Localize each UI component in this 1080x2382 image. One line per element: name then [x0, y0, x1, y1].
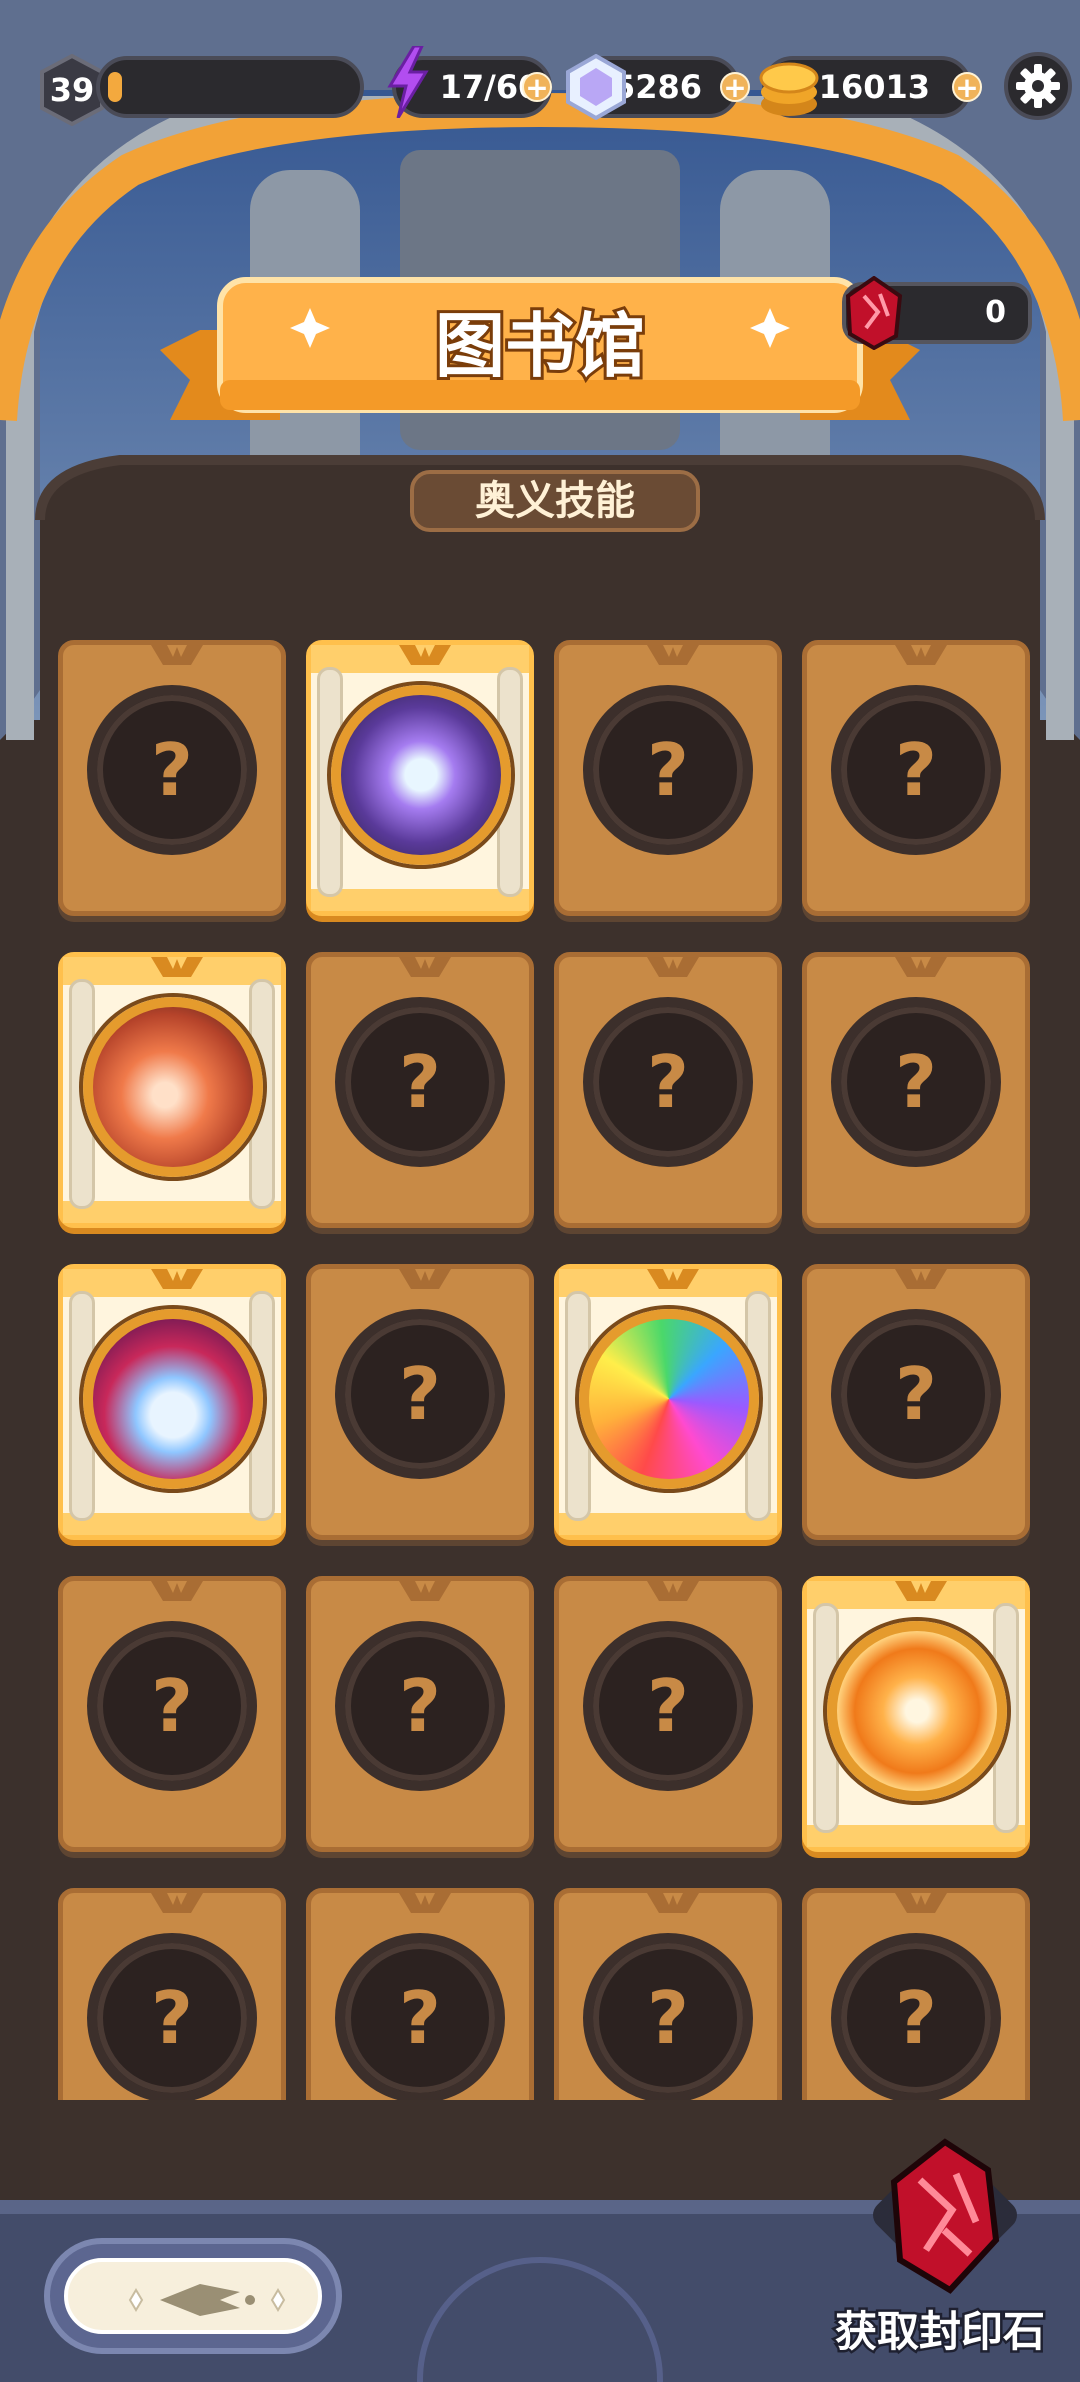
question-mark-icon: ? [399, 1664, 441, 1748]
locked-skill-card[interactable]: ? [802, 952, 1030, 1228]
crest-icon [895, 1893, 947, 1913]
crest-icon [647, 1269, 699, 1289]
locked-skill-card[interactable]: ? [306, 1888, 534, 2100]
locked-slot: ? [583, 1933, 753, 2100]
crest-icon [399, 1269, 451, 1289]
question-mark-icon: ? [647, 728, 689, 812]
locked-slot: ? [583, 1621, 753, 1791]
question-mark-icon: ? [895, 1352, 937, 1436]
crest-icon [399, 1581, 451, 1601]
question-mark-icon: ? [151, 728, 193, 812]
question-mark-icon: ? [895, 1040, 937, 1124]
locked-skill-card[interactable]: ? [554, 952, 782, 1228]
locked-skill-card[interactable]: ? [58, 640, 286, 916]
locked-slot: ? [87, 685, 257, 855]
locked-skill-card[interactable]: ? [802, 640, 1030, 916]
crest-icon [399, 645, 451, 665]
locked-skill-card[interactable]: ? [554, 640, 782, 916]
get-seal-stone-button[interactable]: 获取封印石 [820, 2130, 1060, 2360]
locked-skill-card[interactable]: ? [58, 1576, 286, 1852]
locked-slot: ? [335, 1309, 505, 1479]
question-mark-icon: ? [399, 1352, 441, 1436]
question-mark-icon: ? [895, 1976, 937, 2060]
card-bottom-trim [63, 1513, 281, 1535]
question-mark-icon: ? [399, 1976, 441, 2060]
locked-skill-card[interactable]: ? [58, 1888, 286, 2100]
locked-skill-card[interactable]: ? [306, 952, 534, 1228]
crest-icon [647, 645, 699, 665]
back-button[interactable] [44, 2238, 342, 2354]
crest-icon [895, 645, 947, 665]
crest-icon [151, 1581, 203, 1601]
locked-slot: ? [87, 1933, 257, 2100]
skill-orb-icon [83, 1309, 263, 1489]
locked-slot: ? [335, 1933, 505, 2100]
question-mark-icon: ? [647, 1976, 689, 2060]
skill-orb-icon [331, 685, 511, 865]
skill-orb-icon [579, 1309, 759, 1489]
locked-slot: ? [335, 1621, 505, 1791]
crest-icon [647, 957, 699, 977]
skill-orb-icon [827, 1621, 1007, 1801]
question-mark-icon: ? [399, 1040, 441, 1124]
locked-skill-card[interactable]: ? [554, 1888, 782, 2100]
locked-slot: ? [87, 1621, 257, 1791]
crest-icon [399, 1893, 451, 1913]
crest-icon [895, 957, 947, 977]
crest-icon [647, 1893, 699, 1913]
locked-slot: ? [583, 997, 753, 1167]
card-bottom-trim [63, 1201, 281, 1223]
locked-slot: ? [583, 685, 753, 855]
crest-icon [895, 1269, 947, 1289]
crest-icon [151, 1893, 203, 1913]
locked-skill-card[interactable]: ? [802, 1264, 1030, 1540]
seal-stone-large-icon [873, 2138, 1017, 2294]
get-seal-stone-label: 获取封印石 [832, 2305, 1047, 2359]
skill-card-flame[interactable] [58, 952, 286, 1228]
locked-skill-card[interactable]: ? [306, 1576, 534, 1852]
crest-icon [647, 1581, 699, 1601]
locked-slot: ? [831, 1309, 1001, 1479]
card-bottom-trim [807, 1825, 1025, 1847]
locked-slot: ? [831, 685, 1001, 855]
question-mark-icon: ? [151, 1976, 193, 2060]
skill-card-orbit[interactable] [306, 640, 534, 916]
locked-slot: ? [831, 1933, 1001, 2100]
crest-icon [151, 957, 203, 977]
question-mark-icon: ? [151, 1664, 193, 1748]
locked-slot: ? [831, 997, 1001, 1167]
back-arrow-icon [128, 2284, 286, 2316]
locked-slot: ? [335, 997, 505, 1167]
question-mark-icon: ? [647, 1040, 689, 1124]
skill-card-fox[interactable] [58, 1264, 286, 1540]
skill-orb-icon [83, 997, 263, 1177]
crest-icon [895, 1581, 947, 1601]
skill-grid: ??????????????? [0, 0, 1080, 2100]
skill-card-rainbow[interactable] [554, 1264, 782, 1540]
skill-card-sun[interactable] [802, 1576, 1030, 1852]
locked-skill-card[interactable]: ? [802, 1888, 1030, 2100]
locked-skill-card[interactable]: ? [306, 1264, 534, 1540]
question-mark-icon: ? [647, 1664, 689, 1748]
card-bottom-trim [559, 1513, 777, 1535]
locked-skill-card[interactable]: ? [554, 1576, 782, 1852]
question-mark-icon: ? [895, 728, 937, 812]
crest-icon [151, 645, 203, 665]
card-bottom-trim [311, 889, 529, 911]
crest-icon [151, 1269, 203, 1289]
crest-icon [399, 957, 451, 977]
